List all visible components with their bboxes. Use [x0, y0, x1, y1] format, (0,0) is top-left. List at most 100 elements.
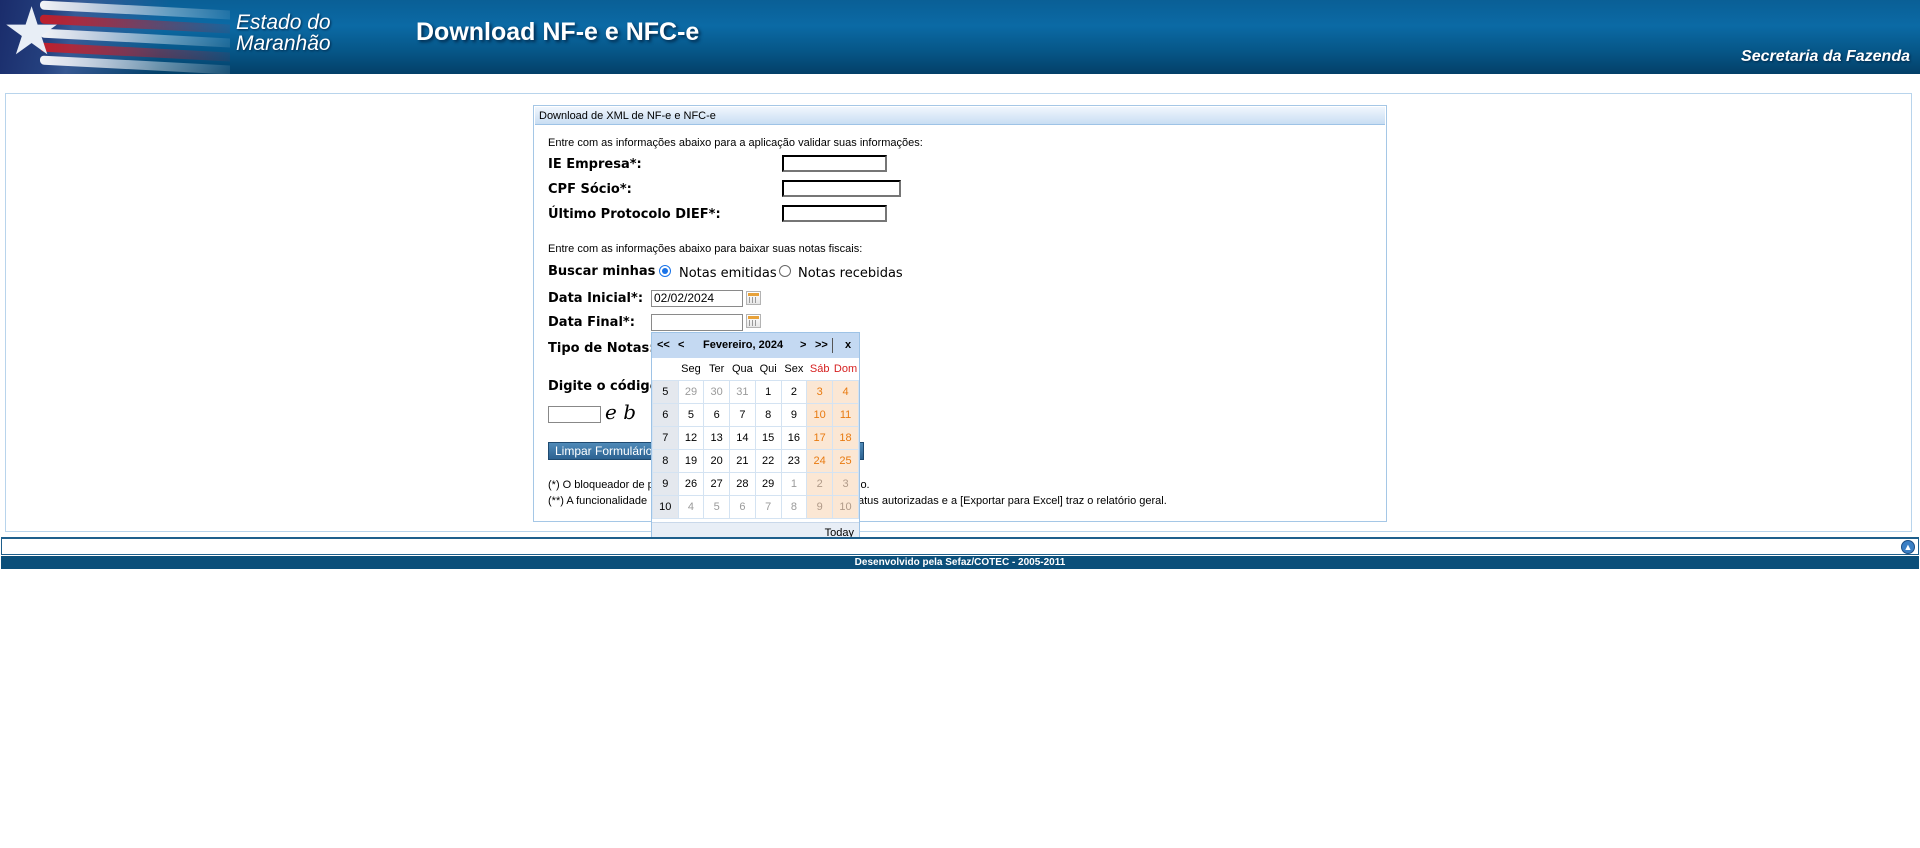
- week-number: 5: [652, 380, 679, 404]
- calendar-day[interactable]: 2: [806, 472, 834, 496]
- day-name-header: Qua: [731, 363, 753, 375]
- radio-notas-recebidas-label[interactable]: Notas recebidas: [798, 266, 903, 281]
- calendar-day[interactable]: 1: [780, 472, 808, 496]
- department-name: Secretaria da Fazenda: [1741, 48, 1910, 65]
- calendar-month-title[interactable]: Fevereiro, 2024: [703, 333, 783, 358]
- calendar-day[interactable]: 17: [806, 426, 834, 450]
- calendar-icon[interactable]: [746, 291, 761, 305]
- app-title: Download NF-e e NFC-e: [416, 18, 700, 46]
- radio-notas-recebidas[interactable]: [779, 265, 791, 277]
- calendar-day[interactable]: 14: [728, 426, 756, 450]
- captcha-label: Digite o código: [548, 379, 659, 394]
- calendar-day[interactable]: 10: [806, 403, 834, 427]
- ie-empresa-input[interactable]: [782, 155, 887, 172]
- calendar-day[interactable]: 20: [703, 449, 730, 473]
- calendar-grid: Seg Ter Qua Qui Sex Sáb Dom 5 29 30 31 1 2 3 4 6 5 6 7 8 9 10…: [652, 358, 859, 519]
- next-month-button[interactable]: >: [800, 333, 806, 358]
- calendar-header: << < Fevereiro, 2024 > >> x: [652, 333, 859, 358]
- intro-validate-text: Entre com as informações abaixo para a a…: [548, 137, 923, 149]
- captcha-image: e b: [605, 400, 636, 424]
- day-name-header: Sáb: [809, 363, 830, 375]
- week-number: 8: [652, 449, 679, 473]
- calendar-day[interactable]: 28: [728, 472, 756, 496]
- calendar-day[interactable]: 4: [677, 495, 705, 519]
- calendar-day[interactable]: 6: [703, 403, 730, 427]
- protocol-label: Último Protocolo DIEF*:: [548, 207, 721, 222]
- arrow-up-icon[interactable]: ▲: [1901, 540, 1915, 554]
- week-number: 10: [652, 495, 679, 519]
- calendar-day[interactable]: 15: [754, 426, 782, 450]
- data-final-input[interactable]: [651, 314, 743, 331]
- note-functionality: (**) A funcionalidade atus autorizadas e …: [548, 495, 1167, 507]
- state-name: Estado do Maranhão: [236, 11, 331, 55]
- footer-credit: Desenvolvido pela Sefaz/COTEC - 2005-201…: [1, 556, 1919, 569]
- day-name-header: Seg: [681, 363, 701, 375]
- panel-title: Download de XML de NF-e e NFC-e: [535, 107, 1385, 125]
- calendar-day[interactable]: 3: [832, 472, 859, 496]
- cpf-label: CPF Sócio*:: [548, 182, 632, 197]
- day-name-header: Dom: [833, 363, 858, 375]
- calendar-popup: << < Fevereiro, 2024 > >> x Seg Ter Qua Qui…: [651, 332, 860, 546]
- calendar-day[interactable]: 1: [754, 380, 782, 404]
- star-icon: ★: [2, 0, 62, 68]
- week-number: 7: [652, 426, 679, 450]
- calendar-day[interactable]: 11: [832, 403, 859, 427]
- prev-year-button[interactable]: <<: [657, 333, 670, 358]
- radio-notas-emitidas-label[interactable]: Notas emitidas: [679, 266, 777, 281]
- calendar-day[interactable]: 12: [677, 426, 705, 450]
- calendar-day[interactable]: 5: [677, 403, 705, 427]
- note-popup-blocker: (*) O bloqueador de p lo.: [548, 479, 870, 491]
- state-flag: ★: [0, 0, 230, 74]
- calendar-day[interactable]: 7: [728, 403, 756, 427]
- data-inicial-input[interactable]: 02/02/2024: [651, 290, 743, 307]
- footer-divider: [1, 537, 1919, 555]
- tipo-notas-label: Tipo de Notas:: [548, 341, 655, 356]
- calendar-day[interactable]: 25: [832, 449, 859, 473]
- day-name-header: Ter: [709, 363, 725, 375]
- next-year-button[interactable]: >>: [815, 333, 828, 358]
- close-calendar-button[interactable]: x: [845, 333, 851, 358]
- protocol-dief-input[interactable]: [782, 205, 887, 222]
- week-number-header: [653, 358, 679, 381]
- calendar-day[interactable]: 8: [780, 495, 808, 519]
- calendar-day[interactable]: 27: [703, 472, 730, 496]
- calendar-day[interactable]: 31: [728, 380, 756, 404]
- calendar-day[interactable]: 8: [754, 403, 782, 427]
- calendar-day[interactable]: 18: [832, 426, 859, 450]
- calendar-day[interactable]: 26: [677, 472, 705, 496]
- calendar-day[interactable]: 3: [806, 380, 834, 404]
- calendar-day[interactable]: 19: [677, 449, 705, 473]
- calendar-day[interactable]: 22: [754, 449, 782, 473]
- week-number: 6: [652, 403, 679, 427]
- calendar-day[interactable]: 29: [754, 472, 782, 496]
- calendar-day[interactable]: 29: [677, 380, 705, 404]
- data-final-label: Data Final*:: [548, 315, 635, 330]
- calendar-day[interactable]: 16: [780, 426, 808, 450]
- week-number: 9: [652, 472, 679, 496]
- calendar-day[interactable]: 13: [703, 426, 730, 450]
- intro-download-text: Entre com as informações abaixo para bai…: [548, 243, 863, 255]
- captcha-input[interactable]: [548, 406, 601, 423]
- calendar-day[interactable]: 7: [754, 495, 782, 519]
- radio-notas-emitidas[interactable]: [659, 265, 671, 277]
- cpf-socio-input[interactable]: [782, 180, 901, 197]
- day-name-header: Qui: [759, 363, 777, 375]
- ie-label: IE Empresa*:: [548, 157, 642, 172]
- prev-month-button[interactable]: <: [678, 333, 684, 358]
- calendar-day[interactable]: 10: [832, 495, 859, 519]
- calendar-day[interactable]: 23: [780, 449, 808, 473]
- calendar-day[interactable]: 30: [703, 380, 730, 404]
- data-inicial-label: Data Inicial*:: [548, 291, 644, 306]
- calendar-day[interactable]: 9: [780, 403, 808, 427]
- calendar-day[interactable]: 24: [806, 449, 834, 473]
- buscar-label: Buscar minhas: [548, 264, 656, 279]
- calendar-day[interactable]: 5: [703, 495, 730, 519]
- calendar-day[interactable]: 21: [728, 449, 756, 473]
- calendar-day[interactable]: 4: [832, 380, 859, 404]
- calendar-day[interactable]: 6: [728, 495, 756, 519]
- day-name-header: Sex: [784, 363, 804, 375]
- calendar-day[interactable]: 2: [780, 380, 808, 404]
- calendar-day[interactable]: 9: [806, 495, 834, 519]
- calendar-icon[interactable]: [746, 314, 761, 328]
- header-banner: ★ Estado do Maranhão Download NF-e e NFC…: [0, 0, 1920, 74]
